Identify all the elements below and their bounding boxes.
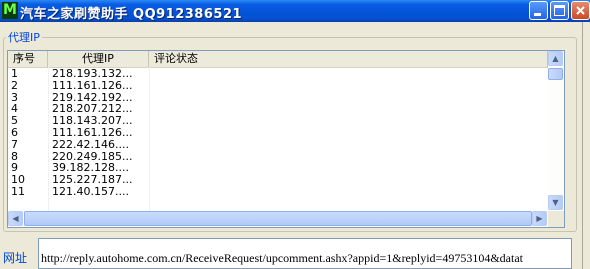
chevron-down-icon: ▼	[552, 198, 559, 207]
vertical-scroll-thumb[interactable]	[548, 68, 563, 80]
vertical-scrollbar[interactable]: ▲ ▼	[548, 51, 564, 211]
chevron-up-icon: ▲	[552, 54, 559, 63]
column-header-comment-status[interactable]: 评论状态	[149, 51, 548, 67]
table-row[interactable]: 11 121.40.157....	[8, 186, 548, 198]
scrollbar-corner	[548, 211, 564, 227]
maximize-icon	[554, 5, 565, 16]
row-proxy-ip: 111.161.126...	[52, 125, 133, 139]
list-rows: 1 218.193.132... 2 111.161.126... 3 219.142.1…	[8, 68, 548, 198]
chevron-left-icon: ◀	[12, 214, 19, 223]
row-index: 6	[11, 125, 18, 139]
scroll-up-button[interactable]: ▲	[548, 51, 563, 66]
window-edge	[582, 22, 583, 269]
scroll-left-button[interactable]: ◀	[8, 211, 23, 226]
maximize-button[interactable]	[550, 1, 569, 20]
row-index: 7	[11, 137, 18, 151]
url-input[interactable]: http://reply.autohome.com.cn/ReceiveRequ…	[38, 238, 572, 269]
row-proxy-ip: 222.42.146....	[52, 137, 129, 151]
proxy-list[interactable]: 序号 代理IP 评论状态 1 218.193.132... 2 111.161.126…	[7, 50, 565, 228]
title-bar[interactable]: M 汽车之家刷赞助手 QQ912386521	[0, 0, 590, 22]
row-index: 11	[11, 184, 25, 198]
window-title: 汽车之家刷赞助手 QQ912386521	[20, 7, 243, 22]
chevron-right-icon: ▶	[536, 214, 543, 223]
url-label: 网址	[3, 251, 28, 265]
minimize-button[interactable]	[529, 1, 548, 20]
close-button[interactable]	[571, 1, 590, 20]
horizontal-scroll-thumb[interactable]	[24, 211, 532, 226]
list-header: 序号 代理IP 评论状态	[8, 51, 548, 68]
column-header-index[interactable]: 序号	[8, 51, 48, 67]
table-row[interactable]: 2 111.161.126...	[8, 78, 548, 92]
url-value: http://reply.autohome.com.cn/ReceiveRequ…	[41, 251, 523, 265]
proxy-ip-group-label: 代理IP	[6, 29, 42, 45]
horizontal-scrollbar[interactable]: ◀ ▶	[8, 211, 548, 227]
row-index: 2	[11, 78, 18, 92]
row-proxy-ip: 121.40.157....	[52, 184, 129, 198]
minimize-icon	[534, 13, 541, 16]
close-icon	[576, 6, 585, 15]
scroll-right-button[interactable]: ▶	[532, 211, 547, 226]
row-proxy-ip: 111.161.126...	[52, 78, 133, 92]
table-row[interactable]: 6 111.161.126...	[8, 127, 548, 139]
app-icon: M	[2, 2, 18, 19]
column-header-proxy-ip[interactable]: 代理IP	[48, 51, 149, 67]
table-row[interactable]: 7 222.42.146....	[8, 137, 548, 151]
scroll-down-button[interactable]: ▼	[548, 195, 563, 210]
